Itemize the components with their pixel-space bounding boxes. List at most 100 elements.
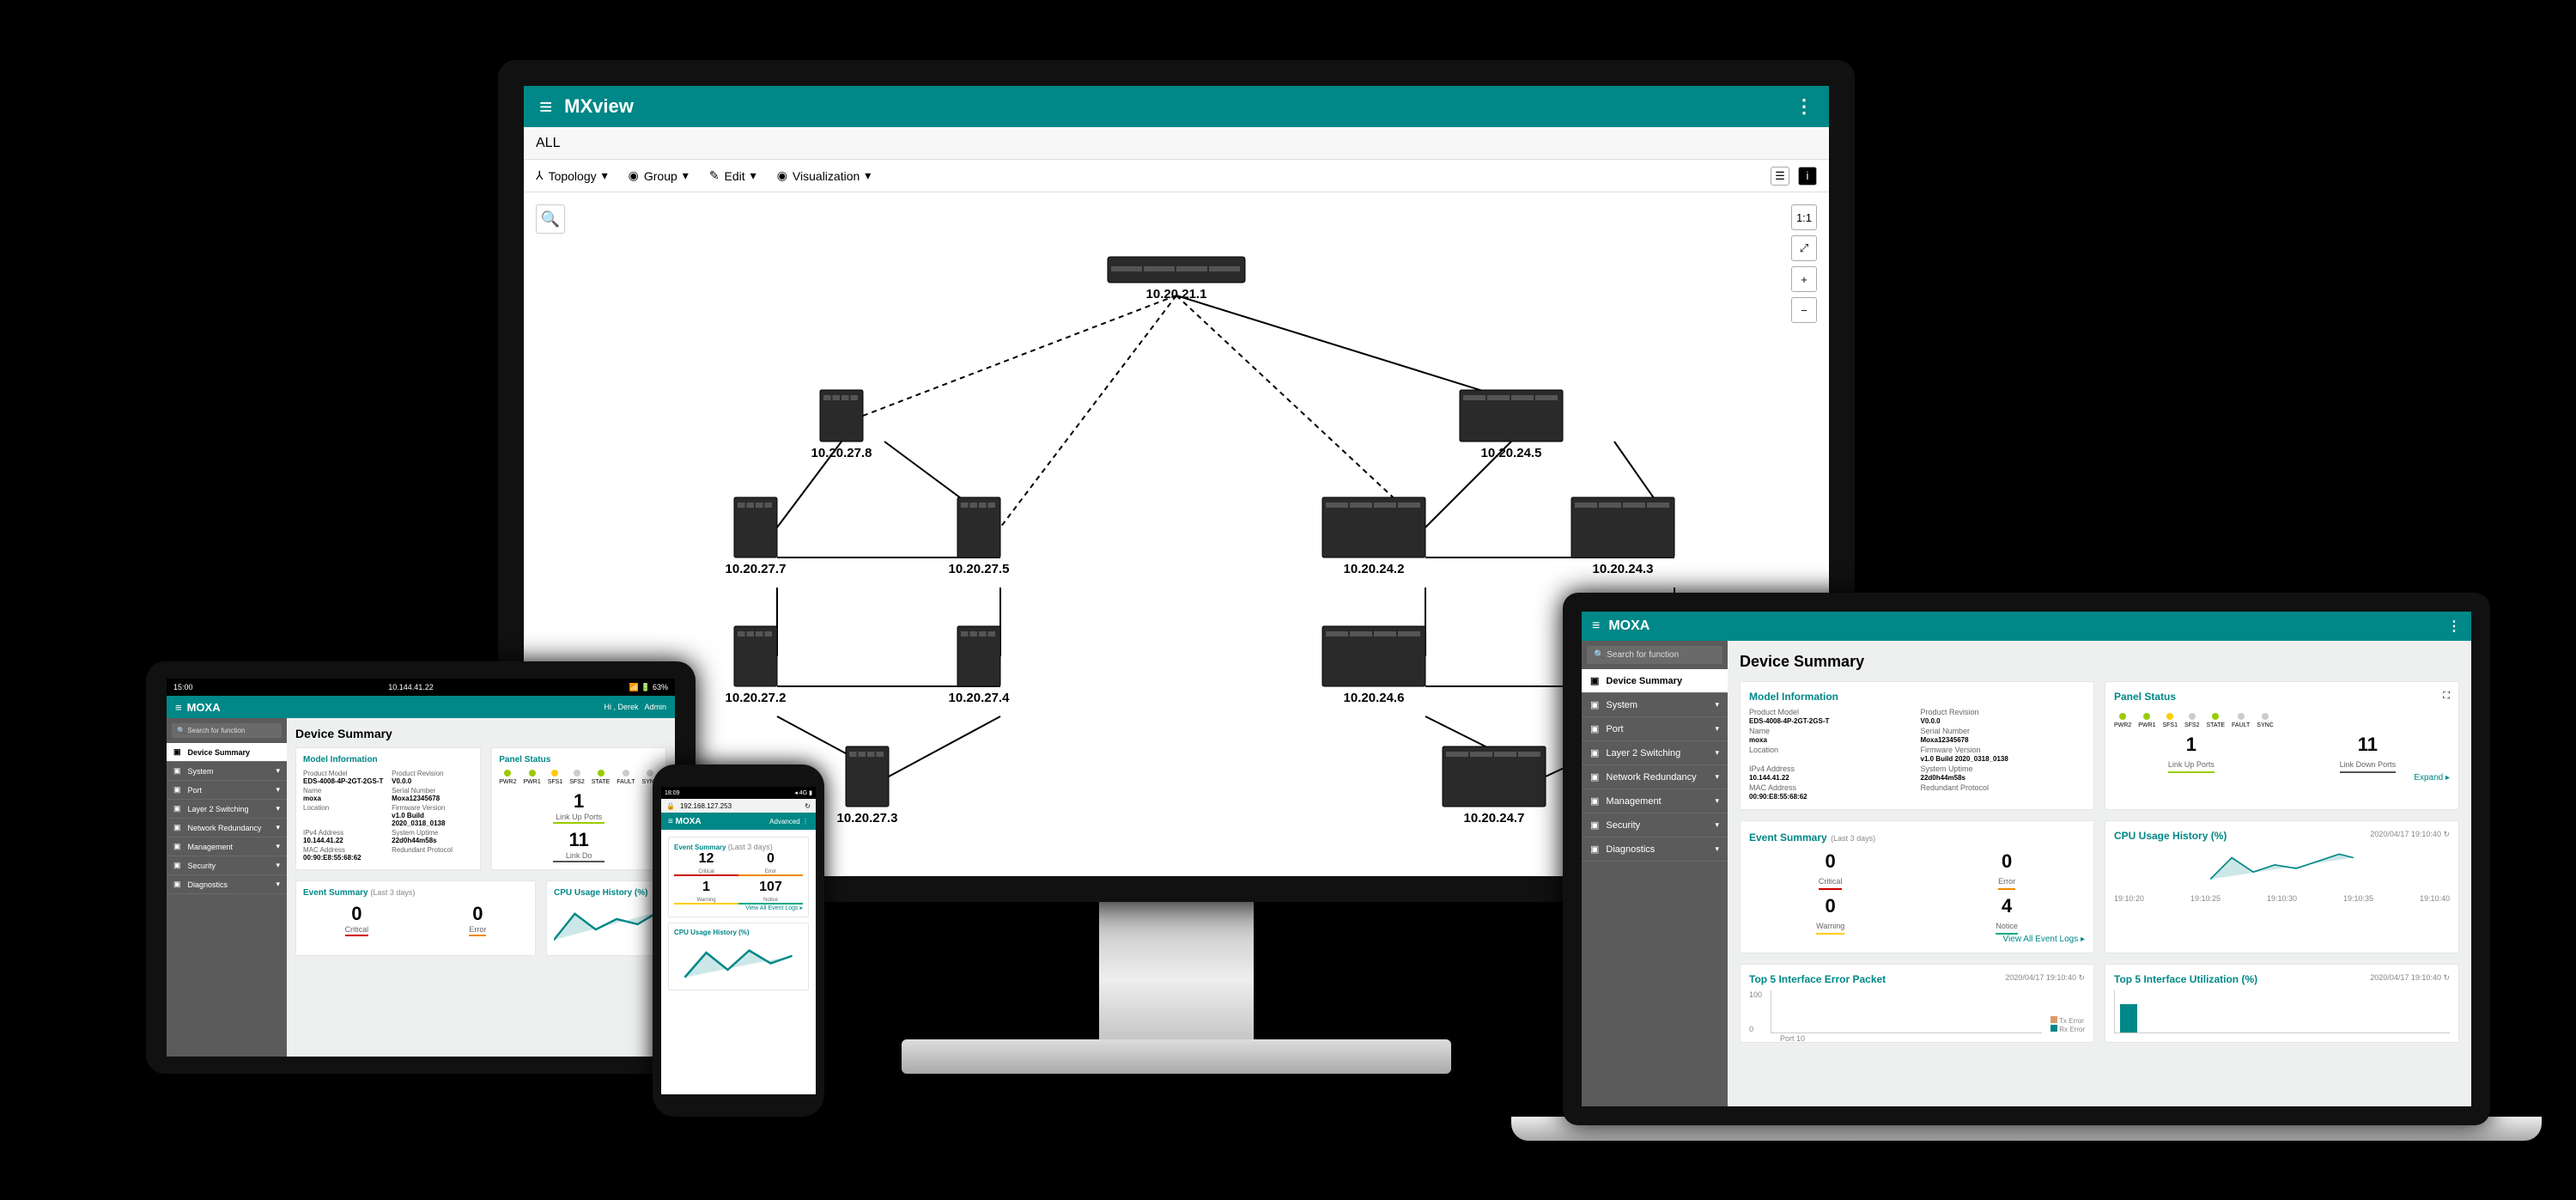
tablet-app: 15:00 10.144.41.22 📶 🔋 63% ≡ MOXA Hi , D… [167, 679, 675, 1057]
topology-node[interactable]: 10.20.27.3 [837, 746, 898, 825]
nav-icon: ▣ [1590, 675, 1599, 686]
led-row: PWR2PWR1SFS1SFS2STATEFAULTSYNC [2114, 713, 2450, 728]
led-sync: SYNC [2257, 713, 2273, 728]
topology-node[interactable]: 10.20.21.1 [1108, 257, 1245, 302]
svg-text:10.20.27.3: 10.20.27.3 [837, 811, 898, 825]
view-events-link[interactable]: View All Event Logs ▸ [674, 905, 803, 911]
svg-text:10.20.27.5: 10.20.27.5 [949, 562, 1010, 576]
nav-icon: ▣ [1590, 771, 1599, 783]
edit-menu[interactable]: ✎ Edit ▾ [709, 168, 756, 183]
monitor-neck [1099, 902, 1254, 1057]
hamburger-icon[interactable]: ≡ [175, 701, 182, 714]
nav-icon: ▣ [1590, 723, 1599, 734]
sidebar-item-security[interactable]: ▣Security▾ [167, 856, 287, 875]
topology-node[interactable]: 10.20.27.7 [726, 497, 787, 576]
sidebar-item-management[interactable]: ▣Management▾ [167, 838, 287, 856]
sidebar-item-network-redundancy[interactable]: ▣Network Redundancy▾ [167, 819, 287, 838]
svg-text:10.20.24.3: 10.20.24.3 [1593, 562, 1654, 576]
phone-addressbar[interactable]: 🔒 192.168.127.253 ↻ [661, 799, 816, 813]
utilization-card: Top 5 Interface Utilization (%) 2020/04/… [2105, 964, 2459, 1043]
mxview-titlebar: ≡ MXview ⋮ [524, 86, 1829, 127]
chevron-down-icon: ▾ [683, 168, 689, 183]
sidebar-item-security[interactable]: ▣Security▾ [1582, 813, 1728, 838]
more-icon[interactable]: ⋮ [2447, 618, 2461, 635]
sidebar-item-layer-2-switching[interactable]: ▣Layer 2 Switching▾ [167, 800, 287, 819]
monitor-base [902, 1039, 1451, 1074]
sidebar-item-system[interactable]: ▣System▾ [1582, 693, 1728, 717]
group-menu[interactable]: ◉ Group ▾ [629, 168, 689, 183]
led-fault: FAULT [2232, 713, 2250, 728]
topology-node[interactable]: 10.20.24.6 [1322, 626, 1425, 705]
sidebar-search[interactable]: 🔍 Search for function [172, 723, 282, 738]
topology-node[interactable]: 10.20.27.5 [949, 497, 1010, 576]
led-state: STATE [2207, 713, 2226, 728]
topology-node[interactable]: 10.20.24.3 [1571, 497, 1674, 576]
event-summary-card: Event Summary (Last 3 days) 12Critical 0… [668, 837, 809, 917]
sidebar-item-system[interactable]: ▣System▾ [167, 762, 287, 781]
nav-icon: ▣ [1590, 747, 1599, 758]
group-icon: ◉ [629, 168, 639, 183]
led-state: STATE [592, 770, 611, 785]
sidebar-item-device-summary[interactable]: ▣Device Summary [1582, 669, 1728, 693]
nav-icon: ▣ [173, 880, 181, 889]
fullscreen-icon[interactable]: ⛶ [2443, 691, 2450, 708]
more-icon[interactable]: ⋮ [1795, 95, 1814, 118]
topology-node[interactable]: 10.20.27.8 [811, 390, 872, 460]
util-bar [2120, 1004, 2137, 1032]
topology-toolbar: ⅄ Topology ▾ ◉ Group ▾ ✎ Edit ▾ ◉ Visual… [524, 160, 1829, 192]
cpu-history-card: CPU Usage History (%) 2020/04/17 19:10:4… [2105, 820, 2459, 953]
svg-text:10.20.24.7: 10.20.24.7 [1464, 811, 1525, 825]
sidebar-item-diagnostics[interactable]: ▣Diagnostics▾ [167, 875, 287, 894]
topology-node[interactable]: 10.20.24.7 [1443, 746, 1546, 825]
svg-text:10.20.24.2: 10.20.24.2 [1344, 562, 1405, 576]
visualization-menu[interactable]: ◉ Visualization ▾ [777, 168, 872, 183]
topology-node[interactable]: 10.20.24.5 [1460, 390, 1563, 460]
led-sfs2: SFS2 [569, 770, 585, 785]
topology-menu[interactable]: ⅄ Topology ▾ [536, 168, 608, 183]
tablet-main: Device Summary Model Information Product… [287, 718, 675, 1057]
list-view-icon[interactable]: ☰ [1771, 167, 1789, 186]
sidebar-item-port[interactable]: ▣Port▾ [167, 781, 287, 800]
topology-node[interactable]: 10.20.24.2 [1322, 497, 1425, 576]
moxa-logo: MOXA [1608, 618, 1649, 634]
main-content: Device Summary Model Information Product… [1728, 641, 2471, 1106]
svg-text:10.20.27.8: 10.20.27.8 [811, 446, 872, 460]
cpu-history-card: CPU Usage History (%) [668, 923, 809, 990]
view-events-link[interactable]: View All Event Logs ▸ [1749, 935, 2085, 944]
hamburger-icon[interactable]: ≡ [539, 94, 552, 120]
refresh-icon[interactable]: ↻ [805, 802, 811, 810]
panel-status-card: Panel Status PWR2PWR1SFS1SFS2STATEFAULTS… [491, 747, 666, 870]
svg-text:10.20.24.5: 10.20.24.5 [1481, 446, 1542, 460]
expand-link[interactable]: Expand ▸ [2114, 773, 2450, 783]
model-info-card: Model Information Product ModelEDS-4008-… [1740, 681, 2094, 810]
hamburger-icon[interactable]: ≡ [1592, 618, 1600, 634]
tablet-statusbar: 15:00 10.144.41.22 📶 🔋 63% [167, 679, 675, 696]
nav-icon: ▣ [173, 766, 181, 776]
phone-app: 18:09◂ 4G ▮ 🔒 192.168.127.253 ↻ ≡ MOXA A… [661, 787, 816, 1094]
error-packet-card: Top 5 Interface Error Packet 2020/04/17 … [1740, 964, 2094, 1043]
page-title: Device Summary [1740, 653, 2459, 671]
model-info-card: Model Information Product ModelEDS-4008-… [295, 747, 481, 870]
phone: 18:09◂ 4G ▮ 🔒 192.168.127.253 ↻ ≡ MOXA A… [653, 764, 824, 1117]
info-icon[interactable]: i [1798, 167, 1817, 186]
topology-icon: ⅄ [536, 168, 544, 183]
led-pwr1: PWR1 [2138, 713, 2155, 728]
sidebar-search[interactable]: 🔍 Search for function [1587, 646, 1722, 664]
sidebar-item-port[interactable]: ▣Port▾ [1582, 717, 1728, 741]
svg-text:10.20.27.4: 10.20.27.4 [949, 691, 1011, 705]
breadcrumb-bar: ALL [524, 127, 1829, 160]
sidebar-item-layer-2-switching[interactable]: ▣Layer 2 Switching▾ [1582, 741, 1728, 765]
topology-node[interactable]: 10.20.27.2 [726, 626, 787, 705]
topology-node[interactable]: 10.20.27.4 [949, 626, 1011, 705]
breadcrumb-all[interactable]: ALL [536, 136, 560, 151]
sidebar-item-management[interactable]: ▣Management▾ [1582, 789, 1728, 813]
nav-icon: ▣ [173, 823, 181, 832]
sidebar-item-device-summary[interactable]: ▣Device Summary [167, 743, 287, 762]
sidebar-item-network-redundancy[interactable]: ▣Network Redundancy▾ [1582, 765, 1728, 789]
hamburger-icon[interactable]: ≡ [668, 817, 673, 826]
moxa-logo: MOXA [187, 701, 221, 714]
led-sfs1: SFS1 [2162, 713, 2178, 728]
sidebar-item-diagnostics[interactable]: ▣Diagnostics▾ [1582, 838, 1728, 862]
svg-text:10.20.24.6: 10.20.24.6 [1344, 691, 1405, 705]
sidebar: 🔍 Search for function ▣Device Summary▣Sy… [1582, 641, 1728, 1106]
